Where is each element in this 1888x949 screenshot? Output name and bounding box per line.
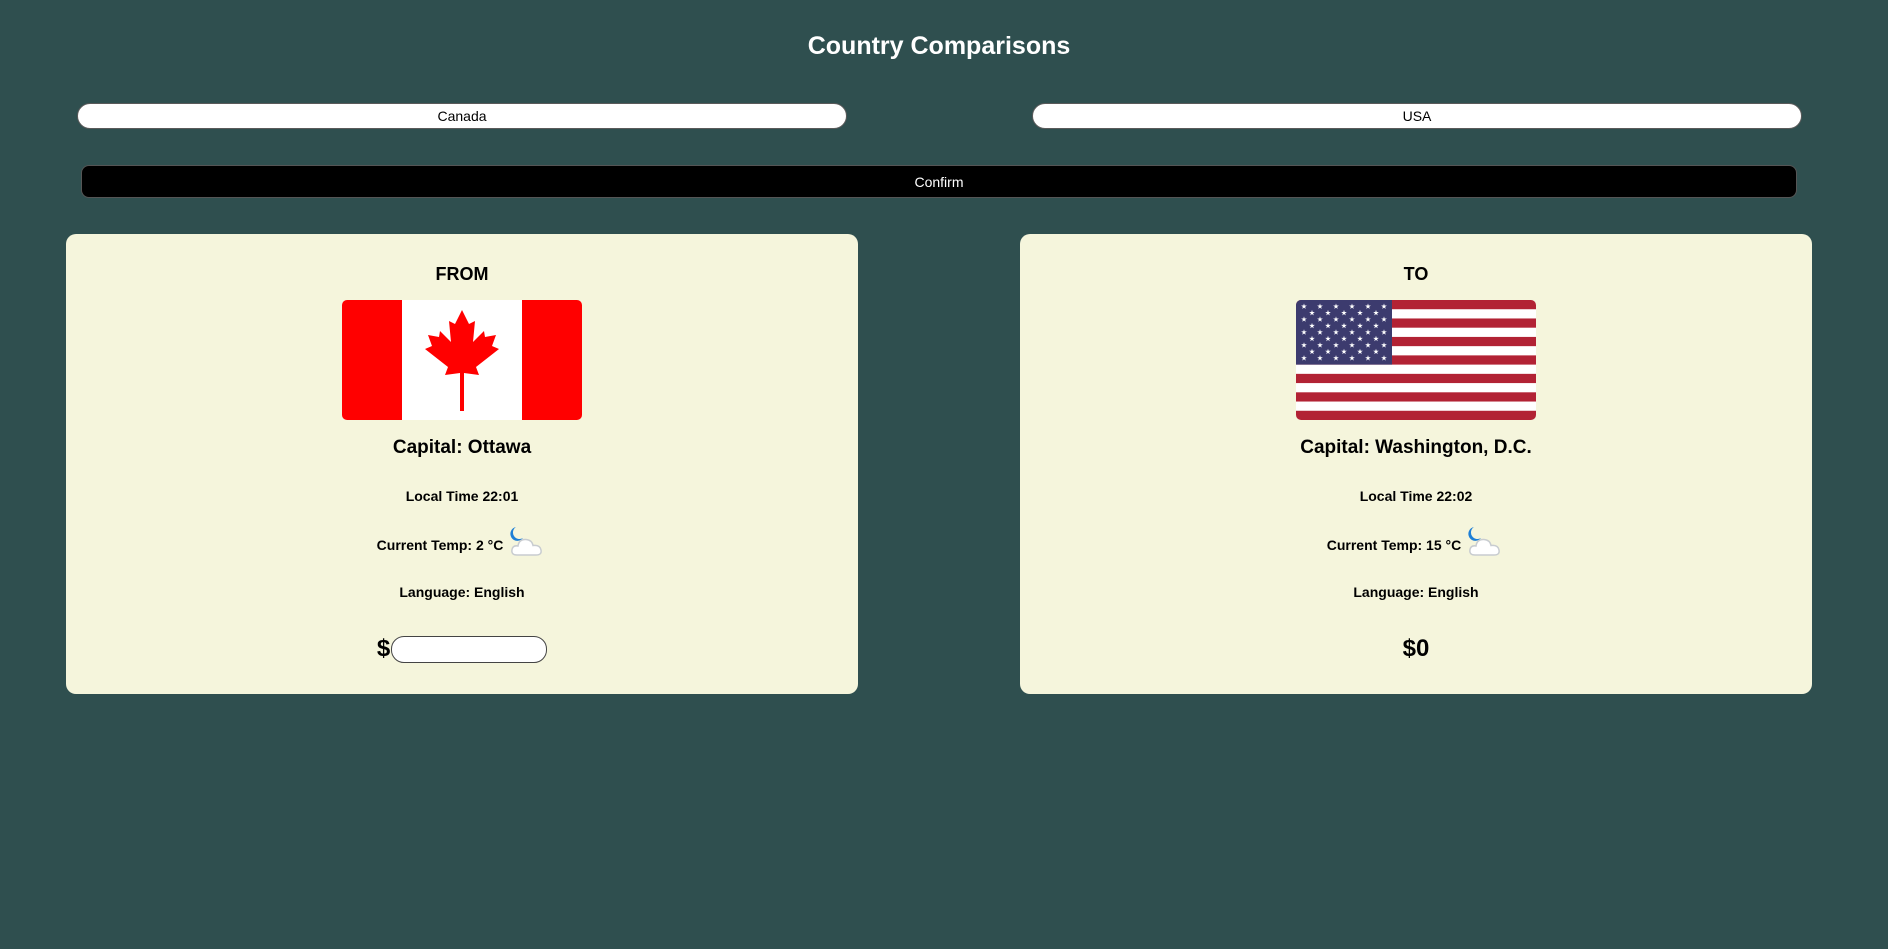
to-capital: Capital: Washington, D.C. xyxy=(1300,437,1532,458)
confirm-button[interactable]: Confirm xyxy=(81,165,1797,198)
usa-flag-icon xyxy=(1296,300,1536,420)
night-cloudy-icon xyxy=(1465,525,1505,561)
to-local-time: Local Time 22:02 xyxy=(1359,488,1473,504)
from-amount-row: $ xyxy=(66,632,858,666)
page-title: Country Comparisons xyxy=(807,32,1071,60)
to-language: Language: English xyxy=(1353,584,1479,600)
from-country-card: FROM Capital: Ottawa Local Time 22:01 Cu… xyxy=(66,234,858,694)
converted-amount: $0 xyxy=(1402,635,1430,662)
from-card-heading: FROM xyxy=(435,264,489,284)
from-language: Language: English xyxy=(399,584,525,600)
from-currency-symbol: $ xyxy=(376,635,391,662)
night-cloudy-icon xyxy=(507,525,547,561)
to-current-temp: Current Temp: 15 °C xyxy=(1326,537,1462,553)
from-temp-row: Current Temp: 2 °C xyxy=(66,523,858,567)
from-current-temp: Current Temp: 2 °C xyxy=(376,537,504,553)
to-card-heading: TO xyxy=(1403,264,1429,284)
canada-flag-icon xyxy=(342,300,582,420)
amount-input[interactable] xyxy=(391,635,548,663)
from-country-input[interactable] xyxy=(77,103,847,129)
to-temp-row: Current Temp: 15 °C xyxy=(1020,523,1812,567)
page: Country Comparisons Confirm FROM Capital… xyxy=(0,0,1888,949)
from-capital: Capital: Ottawa xyxy=(392,437,532,458)
from-local-time: Local Time 22:01 xyxy=(405,488,519,504)
to-country-input[interactable] xyxy=(1032,103,1802,129)
to-amount-row: $0 xyxy=(1020,632,1812,666)
to-country-card: TO Capital: Washington, D.C. Local Time … xyxy=(1020,234,1812,694)
